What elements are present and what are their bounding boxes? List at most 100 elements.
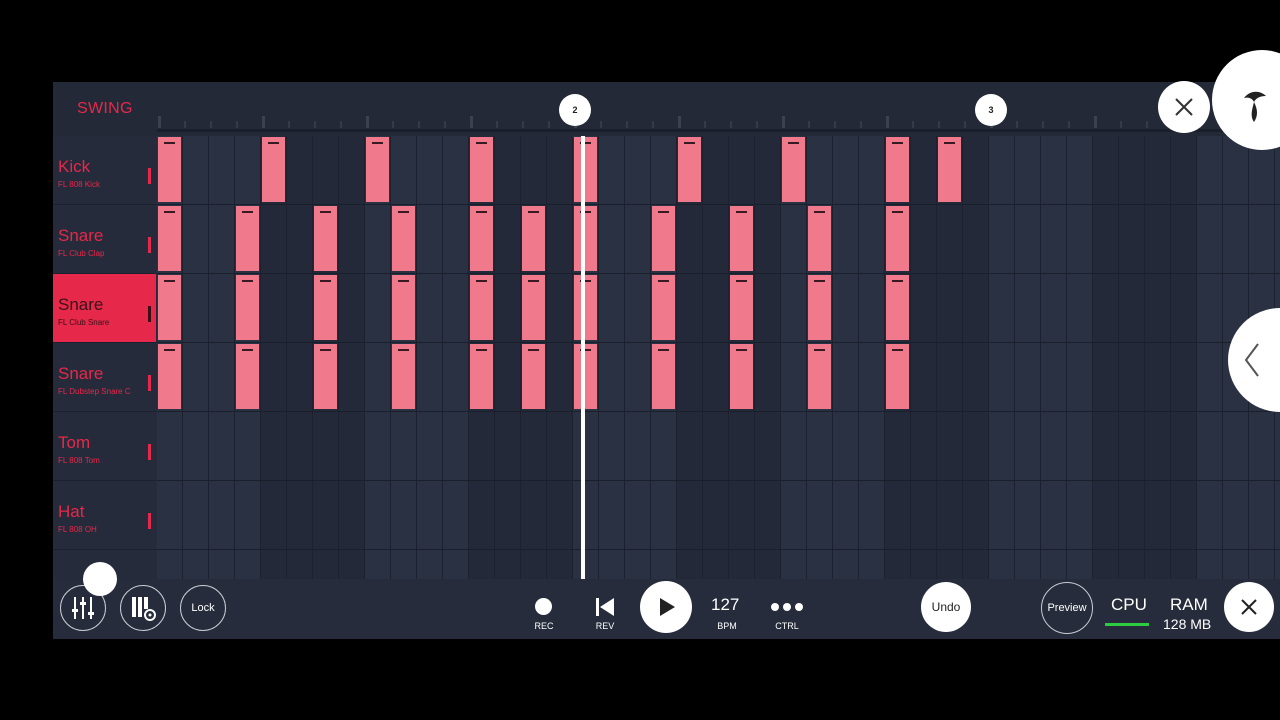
timeline-ruler[interactable]: 23 bbox=[157, 82, 1280, 136]
step-on[interactable] bbox=[886, 275, 909, 340]
step-on[interactable] bbox=[652, 206, 675, 271]
lock-button[interactable]: Lock bbox=[180, 585, 226, 631]
grid-column bbox=[963, 136, 989, 579]
step-on[interactable] bbox=[392, 206, 415, 271]
ctrl-button[interactable] bbox=[768, 597, 808, 617]
step-on[interactable] bbox=[470, 206, 493, 271]
channel-name: Snare bbox=[58, 226, 104, 245]
channel-4[interactable]: Tom FL 808 Tom bbox=[53, 412, 156, 481]
step-on[interactable] bbox=[938, 137, 961, 202]
more-dots-icon bbox=[771, 603, 803, 611]
channel-5[interactable]: Hat FL 808 OH bbox=[53, 481, 156, 550]
grid-column bbox=[547, 136, 573, 579]
step-on[interactable] bbox=[392, 275, 415, 340]
step-on[interactable] bbox=[314, 206, 337, 271]
step-on[interactable] bbox=[158, 344, 181, 409]
channel-3[interactable]: Snare FL Dubstep Snare C bbox=[53, 343, 156, 412]
lock-label: Lock bbox=[191, 602, 215, 614]
step-on[interactable] bbox=[522, 275, 545, 340]
step-on[interactable] bbox=[574, 344, 597, 409]
step-on[interactable] bbox=[678, 137, 701, 202]
play-button[interactable] bbox=[640, 581, 692, 633]
step-on[interactable] bbox=[574, 275, 597, 340]
rec-button[interactable] bbox=[534, 597, 554, 617]
step-on[interactable] bbox=[652, 275, 675, 340]
ruler-tick bbox=[262, 116, 265, 128]
step-on[interactable] bbox=[730, 275, 753, 340]
channel-level-indicator bbox=[148, 513, 151, 529]
step-grid[interactable] bbox=[157, 136, 1280, 579]
step-on[interactable] bbox=[808, 206, 831, 271]
ruler-baseline bbox=[157, 129, 1280, 132]
grid-row-divider bbox=[157, 549, 1280, 550]
swing-label[interactable]: SWING bbox=[77, 100, 133, 118]
step-on[interactable] bbox=[158, 137, 181, 202]
step-on[interactable] bbox=[808, 275, 831, 340]
grid-column bbox=[183, 136, 209, 579]
top-bar: SWING 23 bbox=[53, 82, 1280, 136]
step-on[interactable] bbox=[236, 344, 259, 409]
channel-name: Tom bbox=[58, 433, 91, 452]
step-on[interactable] bbox=[470, 275, 493, 340]
step-on[interactable] bbox=[522, 206, 545, 271]
scroll-handle[interactable] bbox=[83, 562, 117, 596]
step-on[interactable] bbox=[470, 344, 493, 409]
channel-2[interactable]: Snare FL Club Snare bbox=[53, 274, 156, 343]
mixer-icon bbox=[72, 597, 94, 619]
step-on[interactable] bbox=[314, 344, 337, 409]
step-on[interactable] bbox=[782, 137, 805, 202]
step-marker bbox=[320, 349, 331, 351]
channel-level-indicator bbox=[148, 168, 151, 184]
rev-button[interactable] bbox=[594, 596, 616, 618]
step-on[interactable] bbox=[366, 137, 389, 202]
grid-column bbox=[365, 136, 391, 579]
bpm-value[interactable]: 127 bbox=[711, 595, 739, 615]
preview-button[interactable]: Preview bbox=[1041, 582, 1093, 634]
step-on[interactable] bbox=[730, 344, 753, 409]
grid-column bbox=[755, 136, 781, 579]
step-on[interactable] bbox=[236, 206, 259, 271]
channel-sample: FL Club Clap bbox=[58, 249, 105, 258]
step-on[interactable] bbox=[392, 344, 415, 409]
step-marker bbox=[736, 211, 747, 213]
step-on[interactable] bbox=[574, 137, 597, 202]
ruler-tick bbox=[1094, 116, 1097, 128]
step-marker bbox=[684, 142, 695, 144]
close-rack-button[interactable] bbox=[1158, 81, 1210, 133]
step-on[interactable] bbox=[886, 137, 909, 202]
step-on[interactable] bbox=[470, 137, 493, 202]
step-on[interactable] bbox=[886, 206, 909, 271]
step-on[interactable] bbox=[262, 137, 285, 202]
bar-marker[interactable]: 2 bbox=[559, 94, 591, 126]
step-on[interactable] bbox=[574, 206, 597, 271]
ruler-tick bbox=[444, 121, 446, 128]
undo-button[interactable]: Undo bbox=[921, 582, 971, 632]
ruler-tick bbox=[678, 116, 681, 128]
close-app-button[interactable] bbox=[1224, 582, 1274, 632]
bar-marker[interactable]: 3 bbox=[975, 94, 1007, 126]
ruler-tick bbox=[860, 121, 862, 128]
channel-1[interactable]: Snare FL Club Clap bbox=[53, 205, 156, 274]
step-on[interactable] bbox=[522, 344, 545, 409]
ruler-tick bbox=[1120, 121, 1122, 128]
step-on[interactable] bbox=[730, 206, 753, 271]
channel-sample: FL Dubstep Snare C bbox=[58, 387, 131, 396]
step-on[interactable] bbox=[652, 344, 675, 409]
step-on[interactable] bbox=[158, 275, 181, 340]
step-on[interactable] bbox=[808, 344, 831, 409]
bar-marker-label: 2 bbox=[572, 105, 578, 115]
channel-0[interactable]: Kick FL 808 Kick bbox=[53, 136, 156, 205]
ruler-tick bbox=[782, 116, 785, 128]
ruler-tick bbox=[938, 121, 940, 128]
step-marker bbox=[164, 211, 175, 213]
grid-column bbox=[937, 136, 963, 579]
piano-settings-button[interactable] bbox=[120, 585, 166, 631]
step-on[interactable] bbox=[236, 275, 259, 340]
step-marker bbox=[164, 142, 175, 144]
step-on[interactable] bbox=[886, 344, 909, 409]
step-on[interactable] bbox=[314, 275, 337, 340]
playhead[interactable] bbox=[580, 136, 585, 579]
ctrl-label: CTRL bbox=[775, 621, 799, 631]
step-on[interactable] bbox=[158, 206, 181, 271]
grid-column bbox=[911, 136, 937, 579]
